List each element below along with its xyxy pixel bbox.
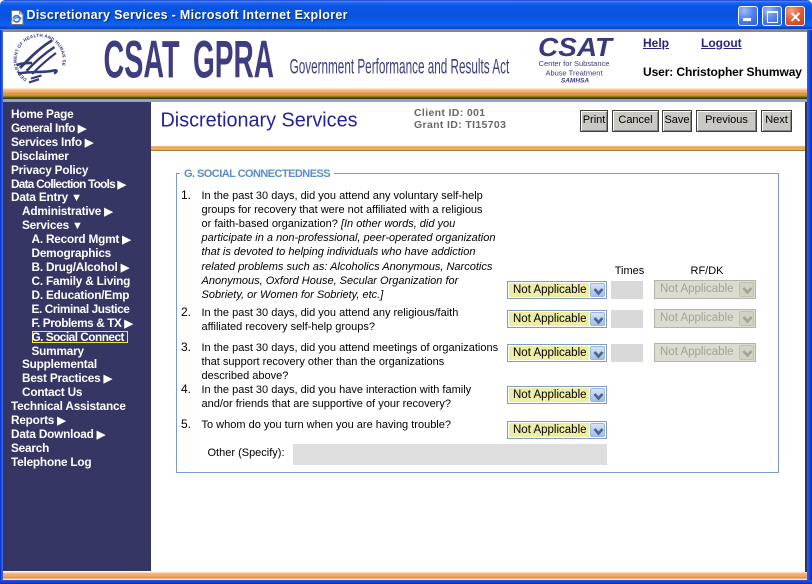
svg-text:GPRA: GPRA (193, 36, 274, 82)
svg-text:CSAT: CSAT (538, 35, 614, 62)
svg-text:Discretionary Services: Discretionary Services (161, 108, 358, 131)
svg-text:Government Performance and Res: Government Performance and Results Act (290, 55, 510, 79)
svg-text:Center for Substance: Center for Substance (538, 59, 609, 68)
svg-text:SAMHSA: SAMHSA (560, 78, 588, 85)
svg-text:CSAT: CSAT (104, 36, 180, 82)
svg-text:Abuse Treatment: Abuse Treatment (545, 68, 603, 77)
